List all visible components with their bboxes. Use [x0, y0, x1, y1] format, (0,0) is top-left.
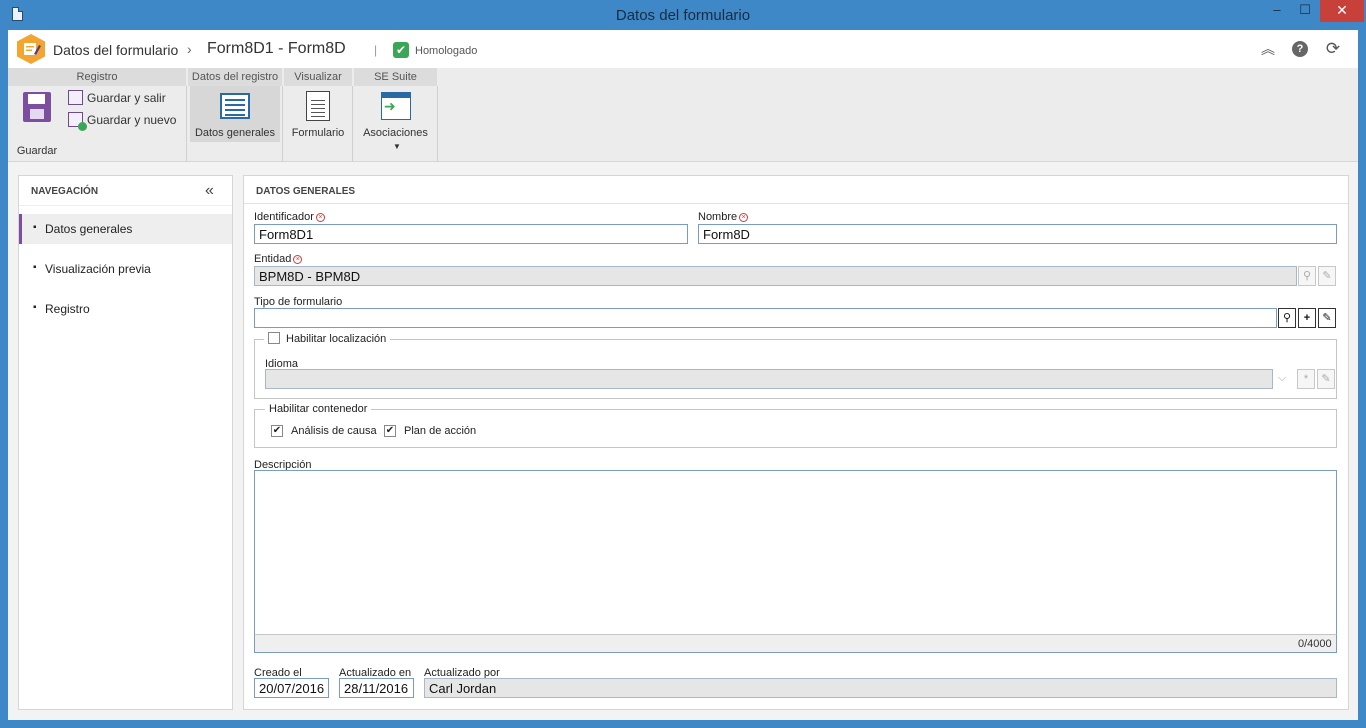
form-type-label: Tipo de formulario — [254, 296, 343, 308]
identifier-label-text: Identificador — [254, 211, 314, 223]
section-title: DATOS GENERALES — [244, 176, 1348, 204]
save-label: Guardar — [16, 145, 58, 157]
save-icon — [23, 92, 51, 122]
form-preview-label: Formulario — [291, 127, 345, 139]
entity-label-text: Entidad — [254, 253, 292, 265]
nav-item-label: Registro — [45, 302, 90, 316]
nav-bullet-icon: ▪ — [33, 302, 37, 313]
save-exit-label: Guardar y salir — [87, 91, 166, 105]
identifier-label: Identificador × — [254, 211, 325, 223]
navigation-title: NAVEGACIÓN — [19, 176, 232, 206]
nav-bullet-icon: ▪ — [33, 222, 37, 233]
window-title: Datos del formulario — [615, 7, 751, 24]
name-label: Nombre × — [698, 211, 749, 223]
required-icon: × — [293, 255, 303, 264]
ribbon-datos-registro-section: Datos generales — [188, 86, 283, 162]
language-select[interactable] — [265, 369, 1273, 389]
localization-checkbox[interactable] — [268, 332, 280, 344]
localization-label: Habilitar localización — [286, 333, 387, 345]
app-window: Datos del formulario › Form8D1 - Form8D … — [8, 30, 1358, 720]
breadcrumb-root[interactable]: Datos del formulario — [53, 42, 178, 58]
associations-label: Asociaciones — [363, 127, 428, 139]
general-data-icon — [220, 93, 250, 119]
name-field[interactable]: Form8D — [698, 224, 1337, 244]
description-textarea[interactable] — [254, 470, 1337, 653]
ribbon-visualizar-section: Formulario — [284, 86, 353, 162]
language-dropdown-icon: ⌵ — [1277, 372, 1287, 384]
ribbon-group-visualizar: Visualizar — [284, 68, 352, 86]
associations-icon — [381, 92, 411, 120]
save-and-new-button[interactable]: Guardar y nuevo — [66, 110, 186, 131]
entity-label: Entidad × — [254, 253, 303, 265]
description-counter: 0/4000 — [1298, 638, 1332, 650]
root-cause-label: Análisis de causa — [291, 425, 377, 437]
nav-item-label: Visualización previa — [45, 262, 151, 276]
form-type-field[interactable] — [254, 308, 1277, 328]
associations-button[interactable]: Asociaciones ▼ — [354, 86, 437, 154]
ribbon-group-datos-registro: Datos del registro — [188, 68, 282, 86]
ribbon-se-suite-section: Asociaciones ▼ — [354, 86, 438, 162]
help-icon[interactable]: ? — [1292, 41, 1308, 57]
page-title: Form8D1 - Form8D — [207, 40, 346, 57]
form-document-icon — [306, 91, 330, 121]
breadcrumb-chevron-icon: › — [187, 41, 192, 57]
general-data-button[interactable]: Datos generales — [190, 86, 280, 142]
collapse-nav-icon[interactable]: « — [205, 182, 214, 200]
language-asterisk-icon: * — [1297, 369, 1315, 389]
minimize-button[interactable]: – — [1262, 0, 1292, 22]
save-button[interactable]: Guardar — [8, 86, 66, 162]
header-divider: | — [374, 43, 378, 57]
status-check-icon: ✔ — [393, 42, 409, 58]
entity-field[interactable]: BPM8D - BPM8D — [254, 266, 1297, 286]
nav-item-visualizacion-previa[interactable]: ▪ Visualización previa — [19, 254, 232, 284]
save-exit-icon — [68, 90, 83, 105]
form-type-add-icon[interactable]: + — [1298, 308, 1316, 328]
root-cause-checkbox[interactable]: ✔ — [271, 425, 283, 437]
refresh-icon[interactable]: ⟳ — [1324, 40, 1342, 58]
entity-search-icon: ⚲ — [1298, 266, 1316, 286]
navigation-panel: NAVEGACIÓN « ▪ Datos generales ▪ Visuali… — [18, 175, 233, 710]
collapse-header-icon[interactable]: ︽ — [1259, 40, 1277, 58]
nav-item-registro[interactable]: ▪ Registro — [19, 294, 232, 324]
identifier-field[interactable]: Form8D1 — [254, 224, 688, 244]
save-and-exit-button[interactable]: Guardar y salir — [66, 88, 181, 108]
general-data-panel: DATOS GENERALES Identificador × Form8D1 N… — [243, 175, 1349, 710]
header-bar: Datos del formulario › Form8D1 - Form8D … — [8, 30, 1358, 68]
save-new-label: Guardar y nuevo — [87, 113, 177, 127]
action-plan-label: Plan de acción — [404, 425, 477, 437]
ribbon-group-se-suite: SE Suite — [354, 68, 437, 86]
form-type-clear-icon[interactable]: ✎ — [1318, 308, 1336, 328]
status-badge: Homologado — [415, 45, 478, 57]
name-label-text: Nombre — [698, 211, 738, 223]
window-titlebar: Datos del formulario – ☐ ✕ — [0, 0, 1366, 30]
nav-bullet-icon: ▪ — [33, 262, 37, 273]
updated-on-field: 28/11/2016 — [339, 678, 414, 698]
ribbon-toolbar: Registro Datos del registro Visualizar S… — [8, 68, 1358, 162]
localization-toggle[interactable]: Habilitar localización — [264, 332, 391, 345]
general-data-label: Datos generales — [194, 127, 276, 139]
updated-by-field: Carl Jordan — [424, 678, 1337, 698]
nav-item-label: Datos generales — [45, 222, 133, 236]
nav-item-datos-generales[interactable]: ▪ Datos generales — [19, 214, 232, 244]
ribbon-registro-section: Guardar Guardar y salir Guardar y nuevo — [8, 86, 187, 162]
language-clear-icon: ✎ — [1317, 369, 1335, 389]
entity-clear-icon: ✎ — [1318, 266, 1336, 286]
required-icon: × — [315, 213, 325, 222]
maximize-button[interactable]: ☐ — [1290, 0, 1320, 22]
required-icon: × — [739, 213, 749, 222]
form-type-search-icon[interactable]: ⚲ — [1278, 308, 1296, 328]
form-preview-button[interactable]: Formulario — [284, 86, 352, 142]
close-button[interactable]: ✕ — [1320, 0, 1364, 22]
save-new-icon — [68, 112, 87, 131]
form-logo-icon — [17, 34, 45, 64]
ribbon-group-registro: Registro — [8, 68, 186, 86]
description-counter-bar — [254, 634, 1337, 653]
created-field: 20/07/2016 — [254, 678, 329, 698]
chevron-down-icon: ▼ — [393, 142, 401, 151]
container-legend: Habilitar contenedor — [265, 403, 372, 415]
action-plan-checkbox[interactable]: ✔ — [384, 425, 396, 437]
